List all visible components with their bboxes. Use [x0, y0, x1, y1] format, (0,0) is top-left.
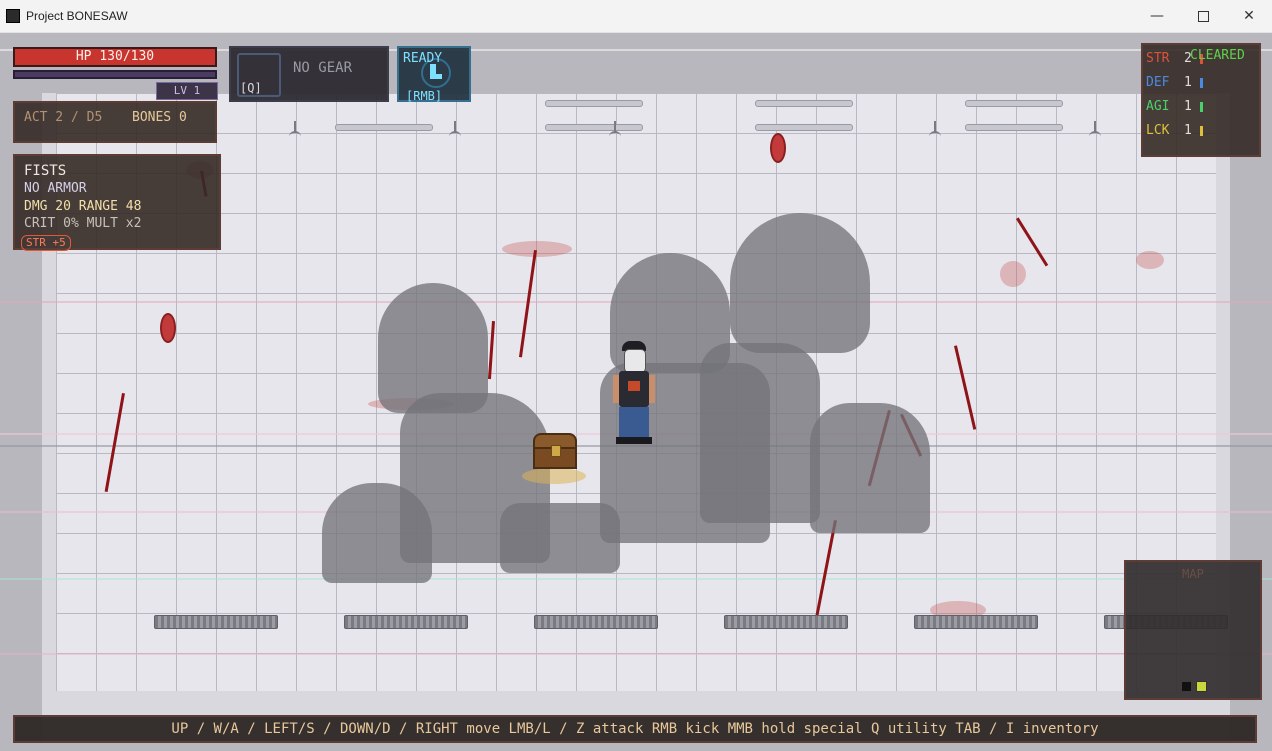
meat-hook-icon: [288, 121, 302, 135]
gear-label: NO GEAR: [293, 60, 353, 76]
stat-label: AGI: [1146, 99, 1170, 114]
window-titlebar: Project BONESAW — ✕: [0, 0, 1272, 33]
maximize-icon: [1197, 10, 1209, 22]
minimap-current-room: [1196, 681, 1207, 692]
xp-bar: [13, 70, 217, 79]
treasure-chest[interactable]: [533, 433, 577, 469]
stat-row-def: DEF 1: [1146, 73, 1256, 93]
ceiling-rail: [755, 100, 853, 107]
stat-value: 1: [1184, 75, 1192, 90]
room-cleared-label: CLEARED: [1190, 48, 1245, 63]
kick-keybind: [RMB]: [406, 89, 443, 103]
chest-glow: [522, 468, 586, 484]
ceiling-rail: [335, 124, 433, 131]
stat-bar: [1200, 78, 1203, 88]
app-icon: [6, 9, 20, 23]
glitch-line: [0, 578, 1272, 580]
armor-name: NO ARMOR: [24, 181, 87, 196]
close-icon: ✕: [1243, 8, 1255, 24]
meat-hook-icon: [1088, 121, 1102, 135]
meat-hook-icon: [608, 121, 622, 135]
bones-counter: BONES 0: [132, 110, 187, 125]
lock-icon: [551, 445, 561, 457]
stat-label: LCK: [1146, 123, 1170, 138]
glitch-line: [0, 653, 1272, 655]
blood-pool: [1136, 251, 1164, 269]
hockey-mask: [624, 349, 646, 373]
ceiling-rail: [965, 124, 1063, 131]
close-button[interactable]: ✕: [1226, 0, 1272, 32]
ceiling-rail: [755, 124, 853, 131]
level-badge: LV 1: [156, 82, 218, 100]
weapon-damage-range: DMG 20 RANGE 48: [24, 199, 142, 214]
stat-row-agi: AGI 1: [1146, 97, 1256, 117]
meat-hook-icon: [928, 121, 942, 135]
ceiling-rail: [545, 100, 643, 107]
blood-pool: [502, 241, 572, 257]
maximize-button[interactable]: [1180, 0, 1226, 32]
weapon-name: FISTS: [24, 163, 67, 179]
progress-panel: ACT 2 / D5 BONES 0: [13, 101, 217, 143]
window-title: Project BONESAW: [26, 9, 128, 23]
kick-status: READY: [403, 51, 443, 66]
stat-label: STR: [1146, 51, 1170, 66]
stat-row-lck: LCK 1: [1146, 121, 1256, 141]
hp-bar: HP 130/130: [13, 47, 217, 67]
gear-slot[interactable]: [Q] NO GEAR: [229, 46, 389, 102]
window-controls: — ✕: [1134, 0, 1272, 32]
blood-pool: [1000, 261, 1026, 287]
hanging-meat: [160, 313, 176, 343]
stat-value: 1: [1184, 123, 1192, 138]
stat-value: 1: [1184, 99, 1192, 114]
gear-keybind: [Q]: [240, 81, 262, 95]
floor-grate: [154, 615, 278, 629]
player-character: [612, 341, 656, 445]
meat-hook-icon: [448, 121, 462, 135]
controls-help-bar: UP / W/A / LEFT/S / DOWN/D / RIGHT move …: [13, 715, 1257, 743]
floor-grate: [724, 615, 848, 629]
floor-grate: [534, 615, 658, 629]
minimap-title: MAP: [1182, 567, 1204, 581]
stat-label: DEF: [1146, 75, 1170, 90]
minimap-panel[interactable]: MAP: [1124, 560, 1262, 700]
minimap-room: [1182, 682, 1191, 691]
minimize-icon: —: [1150, 8, 1164, 24]
stat-bar: [1200, 126, 1203, 136]
weapon-stats-panel: FISTS NO ARMOR DMG 20 RANGE 48 CRIT 0% M…: [13, 154, 221, 251]
game-viewport[interactable]: HP 130/130 LV 1 [Q] NO GEAR READY [RMB] …: [0, 33, 1272, 751]
kick-ability-slot[interactable]: READY [RMB]: [397, 46, 471, 103]
floor-grate: [344, 615, 468, 629]
minimize-button[interactable]: —: [1134, 0, 1180, 32]
ceiling-rail: [545, 124, 643, 131]
stat-bonus-chip: STR +5: [21, 235, 71, 251]
weapon-crit-mult: CRIT 0% MULT x2: [24, 216, 142, 231]
floor-grate: [914, 615, 1038, 629]
act-indicator: ACT 2 / D5: [24, 110, 103, 125]
ceiling-rail: [965, 100, 1063, 107]
hanging-meat: [770, 133, 786, 163]
stat-bar: [1200, 102, 1203, 112]
